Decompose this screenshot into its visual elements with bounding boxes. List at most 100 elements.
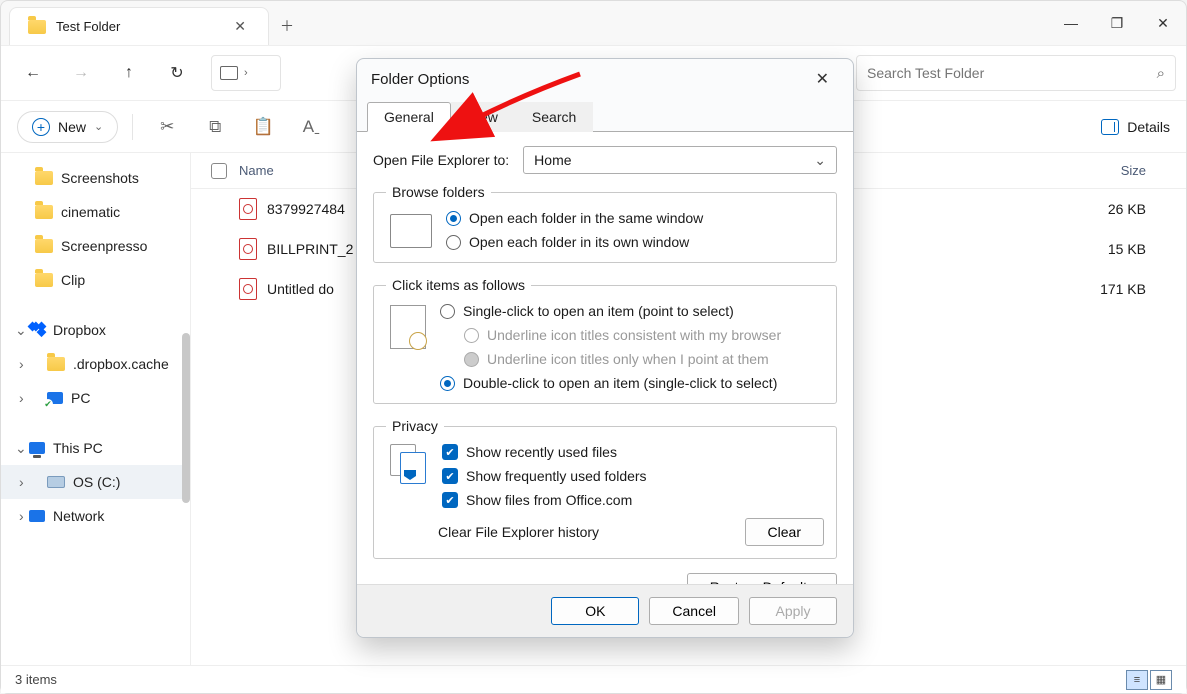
folder-options-dialog: Folder Options ✕ General View Search Ope… [356,58,854,638]
address-bar[interactable]: › [211,55,281,91]
pdf-icon [239,278,257,300]
tab-view[interactable]: View [451,102,515,132]
search-icon: ⌕ [1157,65,1165,82]
nav-dropbox-cache[interactable]: .dropbox.cache [1,347,190,381]
check-frequent-folders[interactable]: ✔Show frequently used folders [442,468,824,484]
dialog-footer: OK Cancel Apply [357,584,853,637]
paste-button[interactable]: 📋 [243,109,283,145]
pdf-icon [239,198,257,220]
folder-icon [35,239,53,253]
privacy-legend: Privacy [386,418,444,434]
pc-crumb[interactable]: › [212,56,256,90]
new-button[interactable]: + New ⌄ [17,111,118,143]
rename-button[interactable]: Aˍ [291,109,331,145]
nav-pc-shortcut[interactable]: PC [1,381,190,415]
clear-history-label: Clear File Explorer history [438,524,599,540]
titlebar: Test Folder ✕ ＋ — ❐ ✕ [1,1,1186,45]
cut-button[interactable]: ✂ [147,109,187,145]
icons-view-toggle[interactable]: ▦ [1150,670,1172,690]
check-recent-files[interactable]: ✔Show recently used files [442,444,824,460]
pc-icon [47,392,63,404]
window-controls: — ❐ ✕ [1048,1,1186,45]
radio-underline-point: Underline icon titles only when I point … [440,351,824,367]
click-thumb-icon [390,305,426,349]
folder-icon [28,20,46,34]
up-button[interactable]: ↑ [107,53,151,93]
browse-thumb-icon [390,214,432,248]
nav-screenshots[interactable]: Screenshots [1,161,190,195]
click-items-group: Click items as follows Single-click to o… [373,277,837,404]
dialog-close-button[interactable]: ✕ [806,63,839,95]
apply-button[interactable]: Apply [749,597,837,625]
tab-title: Test Folder [56,19,220,34]
select-all-checkbox[interactable] [211,163,239,179]
dialog-title: Folder Options [371,71,469,88]
details-label: Details [1127,119,1170,135]
radio-single-click[interactable]: Single-click to open an item (point to s… [440,303,824,319]
new-label: New [58,119,86,135]
search-box[interactable]: ⌕ [856,55,1176,91]
folder-icon [35,273,53,287]
chevron-down-icon: ⌄ [94,120,103,133]
tab-close-icon[interactable]: ✕ [230,14,250,39]
separator [132,114,133,140]
nav-clip[interactable]: Clip [1,263,190,297]
back-button[interactable]: ← [11,53,55,93]
nav-dropbox[interactable]: Dropbox [1,313,190,347]
minimize-button[interactable]: — [1048,1,1094,45]
folder-icon [35,171,53,185]
nav-cinematic[interactable]: cinematic [1,195,190,229]
nav-scrollbar[interactable] [182,333,190,503]
privacy-thumb-icon [390,444,428,482]
dialog-tabs: General View Search [357,101,853,132]
item-count: 3 items [15,672,57,687]
click-legend: Click items as follows [386,277,531,293]
pdf-icon [239,238,257,260]
navigation-pane: Screenshots cinematic Screenpresso Clip … [1,153,191,665]
network-icon [29,510,45,522]
forward-button[interactable]: → [59,53,103,93]
nav-network[interactable]: Network [1,499,190,533]
radio-same-window[interactable]: Open each folder in the same window [446,210,824,226]
details-icon [1101,119,1119,135]
open-explorer-label: Open File Explorer to: [373,152,509,168]
new-tab-button[interactable]: ＋ [269,7,305,45]
pc-icon [29,442,45,454]
dropbox-icon [29,323,45,337]
ok-button[interactable]: OK [551,597,639,625]
radio-double-click[interactable]: Double-click to open an item (single-cli… [440,375,824,391]
dialog-titlebar: Folder Options ✕ [357,59,853,99]
tab-general[interactable]: General [367,102,451,132]
radio-underline-browser: Underline icon titles consistent with my… [440,327,824,343]
tab-search[interactable]: Search [515,102,593,132]
folder-icon [47,357,65,371]
folder-icon [35,205,53,219]
refresh-button[interactable]: ↻ [155,53,199,93]
open-explorer-combo[interactable]: Home [523,146,837,174]
browse-folders-group: Browse folders Open each folder in the s… [373,184,837,263]
restore-button[interactable]: ❐ [1094,1,1140,45]
view-toggles: ≡ ▦ [1126,670,1172,690]
nav-this-pc[interactable]: This PC [1,431,190,465]
clear-history-button[interactable]: Clear [745,518,824,546]
nav-screenpresso[interactable]: Screenpresso [1,229,190,263]
cancel-button[interactable]: Cancel [649,597,739,625]
close-button[interactable]: ✕ [1140,1,1186,45]
restore-defaults-button[interactable]: Restore Defaults [687,573,837,584]
plus-icon: + [32,118,50,136]
column-size[interactable]: Size [1026,163,1186,178]
privacy-group: Privacy ✔Show recently used files ✔Show … [373,418,837,559]
dialog-body: Open File Explorer to: Home Browse folde… [357,132,853,584]
radio-own-window[interactable]: Open each folder in its own window [446,234,824,250]
copy-button[interactable]: ⧉ [195,109,235,145]
window-tabs: Test Folder ✕ ＋ [1,1,305,45]
status-bar: 3 items ≡ ▦ [1,665,1186,693]
details-view-toggle[interactable]: ≡ [1126,670,1148,690]
tab-test-folder[interactable]: Test Folder ✕ [9,7,269,45]
browse-legend: Browse folders [386,184,491,200]
drive-icon [47,476,65,488]
search-input[interactable] [867,65,1157,81]
nav-os-c[interactable]: OS (C:) [1,465,190,499]
details-pane-button[interactable]: Details [1101,119,1170,135]
check-office-files[interactable]: ✔Show files from Office.com [442,492,824,508]
